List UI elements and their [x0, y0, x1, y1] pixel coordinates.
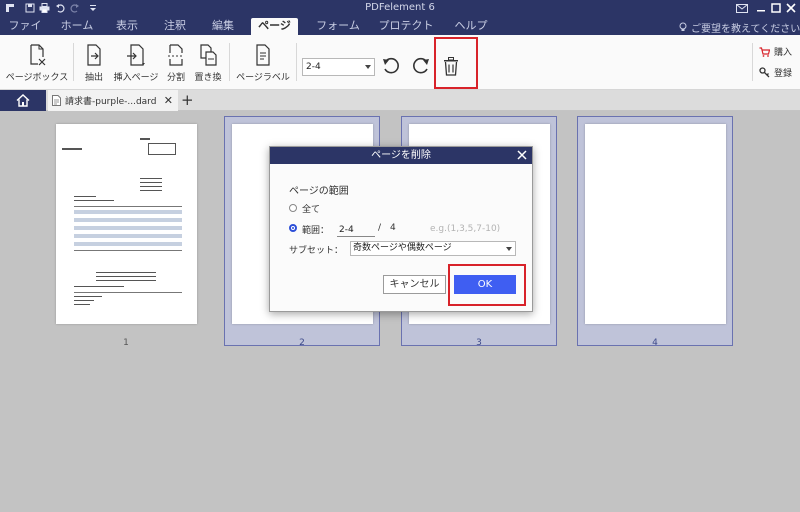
page-number-1: 1 [123, 338, 129, 348]
minimize-icon[interactable] [754, 1, 768, 15]
close-tab-icon[interactable]: ✕ [164, 94, 173, 107]
replace-button[interactable]: 置き換 [194, 44, 222, 83]
register-label: 登録 [774, 69, 793, 79]
menu-bar: ファイル ホーム 表示 注釈 編集 ページ フォーム プロテクト ヘルプ ご要望… [0, 16, 800, 47]
toolbar-divider [229, 43, 230, 81]
menu-view[interactable]: 表示 [112, 18, 142, 35]
menu-page[interactable]: ページ [251, 18, 298, 35]
rotate-right-icon [413, 57, 429, 74]
page-range-heading: ページの範囲 [289, 186, 349, 197]
page-range-value: 2-4 [306, 62, 321, 72]
key-icon [759, 67, 770, 78]
rotate-right-button[interactable] [410, 55, 432, 77]
page-number-2: 2 [299, 338, 305, 348]
page-label-label: ページラベル [236, 73, 290, 83]
page-1-preview [56, 124, 197, 324]
insert-page-button[interactable]: 挿入ページ [114, 44, 158, 83]
split-icon [168, 44, 184, 66]
split-label: 分割 [166, 73, 185, 83]
cancel-button[interactable]: キャンセル [383, 275, 446, 294]
range-hint: e.g.(1,3,5,7-10) [430, 224, 501, 234]
help-search[interactable]: ご要望を教えてください... [678, 20, 800, 35]
page-box-icon [30, 44, 46, 66]
page-label-button[interactable]: ページラベル [236, 44, 290, 83]
chevron-down-icon [506, 247, 512, 251]
total-pages: 4 [390, 223, 396, 233]
document-tab-bar: 請求書-purple-...dard ✕ + [0, 90, 800, 111]
home-tab[interactable] [0, 90, 46, 111]
mail-icon[interactable] [735, 1, 749, 15]
page-4-preview [585, 124, 726, 324]
delete-highlight-box [434, 37, 478, 89]
page-thumbnail-4[interactable]: 4 [577, 116, 733, 348]
home-icon [16, 94, 30, 107]
document-tab-name: 請求書-purple-...dard [65, 97, 157, 107]
app-title: PDFelement 6 [365, 2, 435, 13]
menu-help[interactable]: ヘルプ [452, 18, 490, 35]
replace-label: 置き換 [194, 73, 222, 83]
menu-form[interactable]: フォーム [314, 18, 362, 35]
toolbar-divider [752, 43, 753, 81]
add-tab-icon[interactable]: + [181, 91, 194, 109]
cart-icon [759, 46, 770, 57]
document-tab[interactable]: 請求書-purple-...dard ✕ [48, 90, 178, 111]
dialog-close-icon[interactable] [516, 149, 528, 161]
extract-icon [87, 44, 101, 66]
subset-value: 奇数ページや偶数ページ [353, 243, 452, 253]
range-radio[interactable] [289, 224, 297, 232]
close-icon[interactable] [784, 1, 798, 15]
menu-annotate[interactable]: 注釈 [160, 18, 190, 35]
help-search-text: ご要望を教えてください... [691, 24, 800, 35]
range-separator: / [378, 223, 382, 233]
rotate-left-icon [383, 57, 399, 74]
lightbulb-icon [679, 22, 687, 31]
page-box-button[interactable]: ページボックス [6, 44, 68, 83]
document-icon [52, 95, 61, 106]
page-number-4: 4 [652, 338, 658, 348]
menu-protect[interactable]: プロテクト [378, 18, 434, 35]
subset-label: サブセット： [289, 246, 344, 256]
chevron-down-icon [365, 65, 371, 69]
rotate-left-button[interactable] [380, 55, 402, 77]
menu-file[interactable]: ファイル [4, 18, 46, 47]
register-link[interactable]: 登録 [759, 66, 792, 79]
dialog-title: ページを削除 [270, 147, 532, 164]
menu-edit[interactable]: 編集 [208, 18, 238, 35]
page-number-3: 3 [476, 338, 482, 348]
insert-page-label: 挿入ページ [113, 73, 159, 83]
page-thumbnail-1[interactable]: 1 [48, 116, 204, 348]
all-pages-radio[interactable] [289, 204, 297, 212]
title-bar: PDFelement 6 [0, 0, 800, 16]
purchase-link[interactable]: 購入 [759, 45, 792, 58]
toolbar-divider [73, 43, 74, 81]
page-range-select[interactable]: 2-4 [302, 58, 375, 76]
range-label: 範囲： [302, 226, 330, 236]
extract-button[interactable]: 抽出 [80, 44, 108, 83]
extract-label: 抽出 [84, 73, 103, 83]
ribbon-toolbar: ページボックス 抽出 挿入ページ 分割 置き換 ページラベル 2-4 購入 登録 [0, 35, 800, 90]
range-input[interactable]: 2-4 [337, 223, 375, 237]
toolbar-divider [296, 43, 297, 81]
maximize-icon[interactable] [769, 1, 783, 15]
split-button[interactable]: 分割 [162, 44, 190, 83]
ok-highlight-box [448, 264, 526, 306]
page-box-label: ページボックス [5, 73, 69, 83]
page-label-icon [256, 44, 270, 66]
subset-select[interactable]: 奇数ページや偶数ページ [350, 241, 516, 256]
purchase-label: 購入 [774, 48, 793, 58]
replace-icon [200, 44, 217, 66]
insert-page-icon [127, 44, 145, 66]
menu-home[interactable]: ホーム [58, 18, 96, 35]
all-pages-label: 全て [302, 205, 321, 215]
